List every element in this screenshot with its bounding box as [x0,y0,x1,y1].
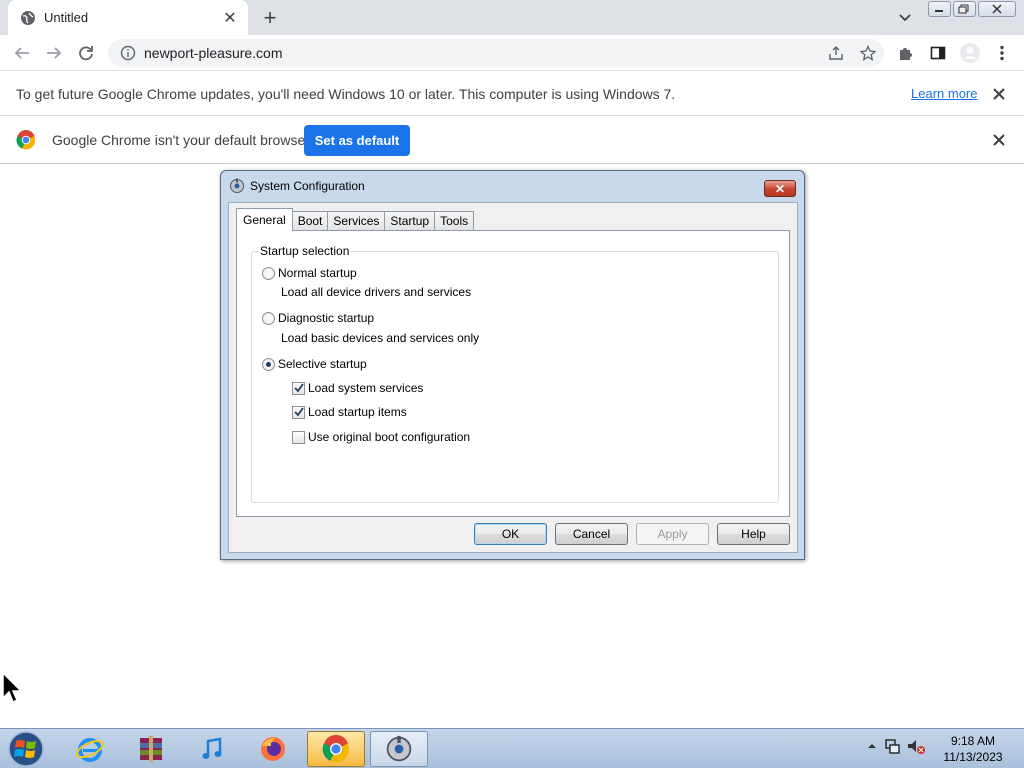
close-icon[interactable] [990,85,1008,103]
network-icon[interactable] [884,737,902,755]
checkbox-checked[interactable] [292,405,305,419]
close-icon[interactable] [990,131,1008,149]
checkbox-unchecked[interactable] [292,430,305,444]
extensions-puzzle-icon[interactable] [894,41,918,65]
taskbar: 9:18 AM 11/13/2023 [0,728,1024,768]
chrome-logo-icon [16,129,36,149]
original-boot-config-checkbox[interactable]: Use original boot configuration [292,430,470,444]
msconfig-app-icon [230,178,244,193]
tab-general[interactable]: General [236,208,293,231]
show-hidden-icons-arrow-icon[interactable] [866,740,878,752]
update-message: To get future Google Chrome updates, you… [16,85,676,102]
load-system-services-checkbox[interactable]: Load system services [292,381,423,395]
selective-startup-label: Selective startup [278,357,367,371]
update-infobar: To get future Google Chrome updates, you… [0,72,1024,116]
diagnostic-startup-radio[interactable]: Diagnostic startup [262,311,374,325]
tab-close-icon[interactable]: ✕ [220,8,240,28]
site-info-icon[interactable] [120,45,136,61]
tab-tools[interactable]: Tools [434,211,475,231]
tab-startup[interactable]: Startup [384,211,436,231]
selective-startup-radio[interactable]: Selective startup [262,357,367,371]
profile-avatar-icon[interactable] [958,41,982,65]
dialog-title: System Configuration [250,179,365,193]
bookmark-star-icon[interactable] [858,43,878,63]
cancel-button[interactable]: Cancel [555,523,628,545]
reload-icon[interactable] [74,41,98,65]
system-configuration-dialog: System Configuration ✕ General Boot Serv… [220,170,805,560]
load-startup-items-checkbox[interactable]: Load startup items [292,405,407,419]
back-arrow-icon[interactable] [10,41,34,65]
globe-icon [21,10,35,25]
apply-button[interactable]: Apply [636,523,709,545]
new-tab-icon[interactable]: + [258,5,282,30]
address-bar[interactable]: newport-pleasure.com [108,39,884,67]
minimize-icon[interactable] [928,1,951,17]
tab-services[interactable]: Services [327,211,386,231]
checkbox-checked[interactable] [292,381,305,395]
system-tray [866,737,926,755]
share-icon[interactable] [826,43,846,63]
default-browser-infobar: Google Chrome isn't your default browser… [0,116,1024,164]
volume-muted-icon[interactable] [906,737,926,755]
tab-strip: Untitled ✕ + [0,0,1024,35]
side-panel-icon[interactable] [926,41,950,65]
general-tab-panel: Startup selection Normal startup Load al… [236,230,790,517]
internet-explorer-icon[interactable] [61,731,119,767]
checkmark-icon [293,383,304,393]
diagnostic-startup-label: Diagnostic startup [278,311,375,325]
dialog-title-bar[interactable]: System Configuration [229,178,365,194]
firefox-icon[interactable] [244,731,302,767]
clock-time: 9:18 AM [950,734,996,748]
normal-startup-radio[interactable]: Normal startup [262,266,357,280]
browser-tab[interactable]: Untitled ✕ [8,0,248,35]
winrar-icon[interactable] [122,731,180,767]
itunes-icon[interactable] [183,731,241,767]
browser-toolbar: newport-pleasure.com [0,35,1024,71]
radio-selected-dot [266,361,271,367]
checkmark-icon [293,407,304,417]
window-controls [928,1,1018,19]
radio-button[interactable] [262,311,275,325]
original-boot-config-label: Use original boot configuration [308,430,471,444]
set-as-default-button[interactable]: Set as default [304,125,410,156]
normal-startup-desc: Load all device drivers and services [281,285,472,299]
dialog-close-icon[interactable]: ✕ [764,180,796,197]
tab-search-chevron-icon[interactable] [895,8,915,28]
window-close-icon[interactable] [977,1,1016,17]
default-browser-message: Google Chrome isn't your default browser [52,131,310,148]
url-text: newport-pleasure.com [144,45,283,61]
dialog-tabs: General Boot Services Startup Tools [236,207,475,231]
chrome-taskbar-icon[interactable] [307,731,365,767]
ok-button[interactable]: OK [474,523,547,545]
restore-icon[interactable] [952,1,976,17]
diagnostic-startup-desc: Load basic devices and services only [281,331,480,345]
clock-date: 11/13/2023 [943,750,1003,764]
windows-start-icon[interactable] [5,730,47,768]
msconfig-taskbar-icon[interactable] [370,731,428,767]
help-button[interactable]: Help [717,523,790,545]
group-label: Startup selection [259,244,351,258]
dialog-body: General Boot Services Startup Tools Star… [228,202,798,553]
mouse-cursor-icon [2,672,23,704]
learn-more-link[interactable]: Learn more [911,86,977,101]
load-system-services-label: Load system services [308,381,424,395]
radio-button-selected[interactable] [262,357,275,371]
forward-arrow-icon[interactable] [42,41,66,65]
normal-startup-label: Normal startup [278,266,357,280]
radio-button[interactable] [262,266,275,280]
startup-selection-group: Startup selection Normal startup Load al… [251,244,779,503]
kebab-menu-icon[interactable] [990,41,1014,65]
load-startup-items-label: Load startup items [308,405,407,419]
taskbar-clock[interactable]: 9:18 AM 11/13/2023 [938,733,1008,765]
tab-title: Untitled [44,10,89,25]
tab-boot[interactable]: Boot [291,211,329,231]
